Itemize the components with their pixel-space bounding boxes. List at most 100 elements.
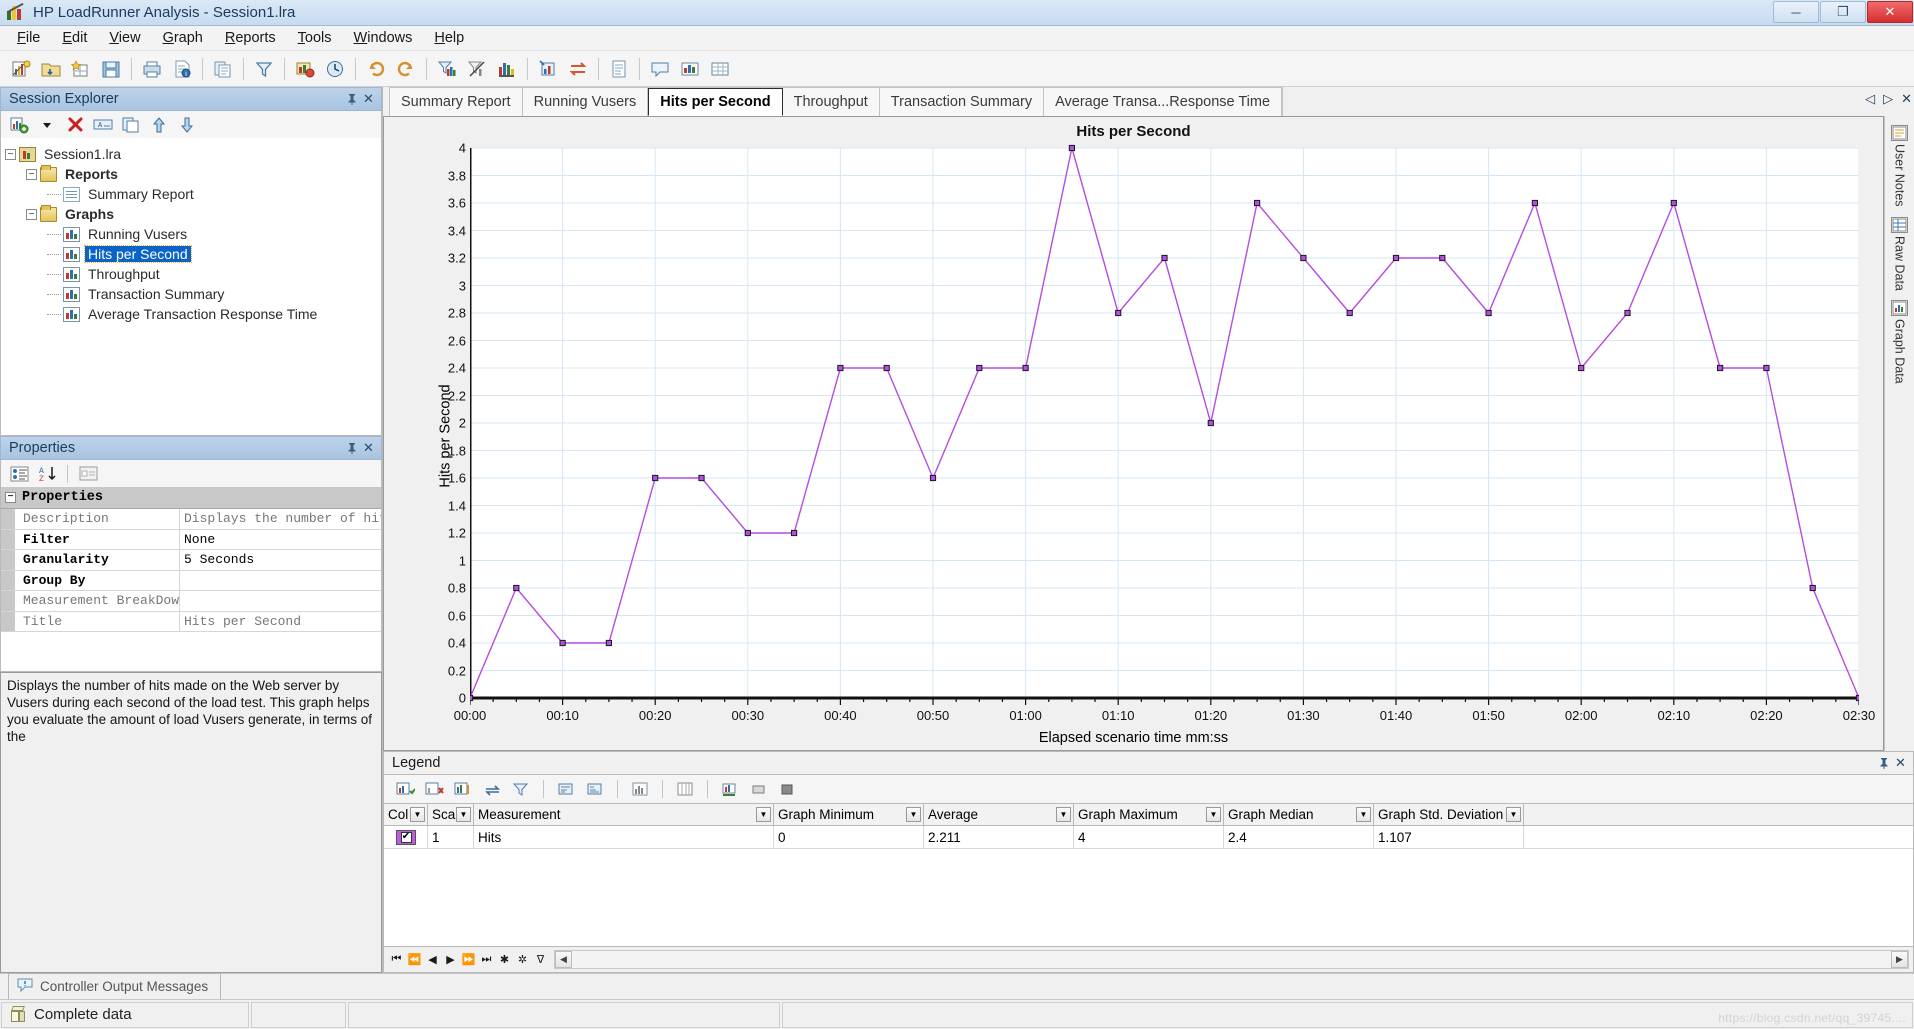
property-value[interactable]: Displays the number of hits	[180, 509, 381, 529]
move-down-icon[interactable]	[174, 114, 200, 136]
menu-edit[interactable]: Edit	[51, 27, 98, 49]
set-color-icon[interactable]	[717, 778, 743, 800]
tab-running-vusers[interactable]: Running Vusers	[523, 88, 649, 116]
property-value[interactable]	[180, 591, 381, 611]
legend-cell-graph-minimum[interactable]: 0	[774, 826, 924, 848]
filter-icon[interactable]	[249, 54, 279, 84]
legend-table-body[interactable]: ✔ 1 Hits 0 2.211 4 2.4 1.107	[384, 826, 1913, 849]
move-up-icon[interactable]	[146, 114, 172, 136]
nav-first-button[interactable]: ⏮	[388, 950, 405, 969]
property-row[interactable]: Filter None	[1, 529, 381, 550]
legend-cell-graph-median[interactable]: 2.4	[1224, 826, 1374, 848]
tree-item-graphs[interactable]: − Graphs	[5, 204, 381, 224]
legend-horizontal-scrollbar[interactable]: ◀ ▶	[554, 950, 1909, 969]
expand-toggle-icon[interactable]: −	[26, 208, 37, 220]
tab-summary-report[interactable]: Summary Report	[390, 88, 523, 116]
nav-edit-button[interactable]: ✲	[514, 950, 531, 969]
tab-transaction-summary[interactable]: Transaction Summary	[880, 88, 1045, 116]
legend-column-sca[interactable]: Sca ▼	[428, 804, 474, 825]
properties-grid[interactable]: − Properties Description Displays the num…	[0, 487, 382, 672]
legend-column-average[interactable]: Average ▼	[924, 804, 1074, 825]
menu-windows[interactable]: Windows	[343, 27, 424, 49]
undo-icon[interactable]	[361, 54, 391, 84]
filter-graph-icon[interactable]	[432, 54, 462, 84]
redo-icon[interactable]	[391, 54, 421, 84]
chevron-down-icon[interactable]: ▼	[1506, 807, 1521, 822]
minimize-button[interactable]: ─	[1773, 1, 1819, 23]
tab-hits-per-second[interactable]: Hits per Second	[648, 88, 783, 116]
property-row[interactable]: Measurement BreakDown	[1, 591, 381, 612]
categorized-icon[interactable]	[6, 463, 32, 485]
show-all-icon[interactable]	[450, 778, 476, 800]
session-explorer-tree[interactable]: − Session1.lra − Reports Summary Report − Grap…	[0, 138, 382, 436]
new-analysis-icon[interactable]	[66, 54, 96, 84]
auto-correlate-icon[interactable]	[320, 54, 350, 84]
sort-desc-icon[interactable]	[582, 778, 608, 800]
set-granularity-icon[interactable]	[290, 54, 320, 84]
tree-item-throughput[interactable]: Throughput	[5, 264, 381, 284]
configure-icon[interactable]	[479, 778, 505, 800]
sort-asc-icon[interactable]	[553, 778, 579, 800]
legend-table[interactable]: Col ▼ Sca ▼ Measurement ▼ Graph Minimum ▼ Averag…	[383, 803, 1914, 947]
legend-column-graph-median[interactable]: Graph Median ▼	[1224, 804, 1374, 825]
legend-visible-checkbox[interactable]: ✔	[400, 831, 412, 843]
tab-close-button[interactable]: ✕	[1901, 91, 1912, 107]
tab-throughput[interactable]: Throughput	[783, 88, 880, 116]
menu-tools[interactable]: Tools	[287, 27, 343, 49]
close-icon[interactable]: ✕	[360, 91, 377, 108]
scroll-left-arrow[interactable]: ◀	[555, 951, 572, 968]
menu-file[interactable]: File	[6, 27, 51, 49]
merge-graphs-icon[interactable]	[492, 54, 522, 84]
open-session-icon[interactable]	[36, 54, 66, 84]
chevron-down-icon[interactable]: ▼	[456, 807, 471, 822]
side-tab-graph-data[interactable]: Graph Data	[1886, 297, 1914, 387]
raw-data-icon[interactable]	[705, 54, 735, 84]
property-value[interactable]	[180, 571, 381, 591]
plot-area[interactable]: Hits per Second 4 3.8 3.6 3.4 3.2 3 2.8 2.6 2.4 2…	[384, 141, 1883, 730]
menu-help[interactable]: Help	[423, 27, 475, 49]
measurement-description-icon[interactable]	[627, 778, 653, 800]
nav-last-button[interactable]: ⏭	[478, 950, 495, 969]
dropdown-arrow-icon[interactable]	[34, 114, 60, 136]
expand-toggle-icon[interactable]: −	[5, 148, 16, 160]
legend-color-swatch[interactable]: ✔	[396, 829, 416, 845]
expand-toggle-icon[interactable]: −	[26, 168, 37, 180]
add-graph-icon[interactable]	[6, 114, 32, 136]
tree-item-hits-per-second[interactable]: Hits per Second	[5, 244, 381, 264]
chart-style-icon[interactable]	[775, 778, 801, 800]
nav-next-button[interactable]: ▶	[442, 950, 459, 969]
properties-category-row[interactable]: − Properties	[1, 487, 381, 509]
swap-axes-icon[interactable]	[563, 54, 593, 84]
tree-item-average-transaction-response-time[interactable]: Average Transaction Response Time	[5, 304, 381, 324]
new-session-icon[interactable]	[6, 54, 36, 84]
clear-filter-icon[interactable]	[462, 54, 492, 84]
property-value[interactable]: Hits per Second	[180, 612, 381, 632]
alphabetical-sort-icon[interactable]: AZ	[34, 463, 60, 485]
save-icon[interactable]	[96, 54, 126, 84]
chevron-down-icon[interactable]: ▼	[756, 807, 771, 822]
close-icon[interactable]: ✕	[1892, 755, 1909, 772]
menu-reports[interactable]: Reports	[214, 27, 287, 49]
nav-prev-page-button[interactable]: ⏪	[406, 950, 423, 969]
nav-new-button[interactable]: ✱	[496, 950, 513, 969]
delete-icon[interactable]	[62, 114, 88, 136]
chevron-down-icon[interactable]: ▼	[1056, 807, 1071, 822]
maximize-button[interactable]: ❐	[1820, 1, 1866, 23]
property-row[interactable]: Granularity 5 Seconds	[1, 550, 381, 571]
tree-item-transaction-summary[interactable]: Transaction Summary	[5, 284, 381, 304]
tab-average-transa-response-time[interactable]: Average Transa...Response Time	[1044, 88, 1283, 116]
hide-graph-icon[interactable]	[421, 778, 447, 800]
rename-icon[interactable]: A	[90, 114, 116, 136]
chart-canvas[interactable]	[470, 142, 1859, 730]
legend-cell-graph-maximum[interactable]: 4	[1074, 826, 1224, 848]
menu-graph[interactable]: Graph	[152, 27, 214, 49]
legend-column-col[interactable]: Col ▼	[384, 804, 428, 825]
chevron-down-icon[interactable]: ▼	[1206, 807, 1221, 822]
chart-view-icon[interactable]	[675, 54, 705, 84]
property-value[interactable]: None	[180, 530, 381, 550]
side-tab-user-notes[interactable]: User Notes	[1886, 122, 1914, 210]
show-graph-icon[interactable]	[392, 778, 418, 800]
legend-cell-measurement[interactable]: Hits	[474, 826, 774, 848]
print-icon[interactable]	[137, 54, 167, 84]
side-tab-raw-data[interactable]: Raw Data	[1886, 214, 1914, 294]
